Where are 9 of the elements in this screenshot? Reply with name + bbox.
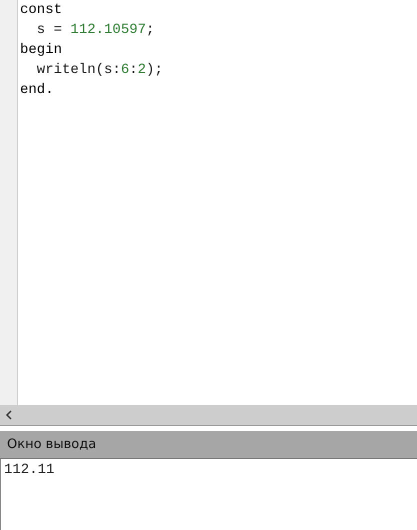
- code-line: end.: [20, 81, 55, 100]
- code-line: writeln(s:6:2);: [36, 61, 163, 80]
- code-line: begin: [20, 41, 64, 60]
- output-line: 112.11: [4, 461, 56, 479]
- code-line: s = 112.10597;: [36, 21, 156, 40]
- horizontal-scrollbar[interactable]: [0, 405, 417, 426]
- scroll-left-icon[interactable]: [5, 410, 13, 420]
- code-line: const: [20, 1, 64, 20]
- panel-title: Окно вывода: [7, 437, 96, 452]
